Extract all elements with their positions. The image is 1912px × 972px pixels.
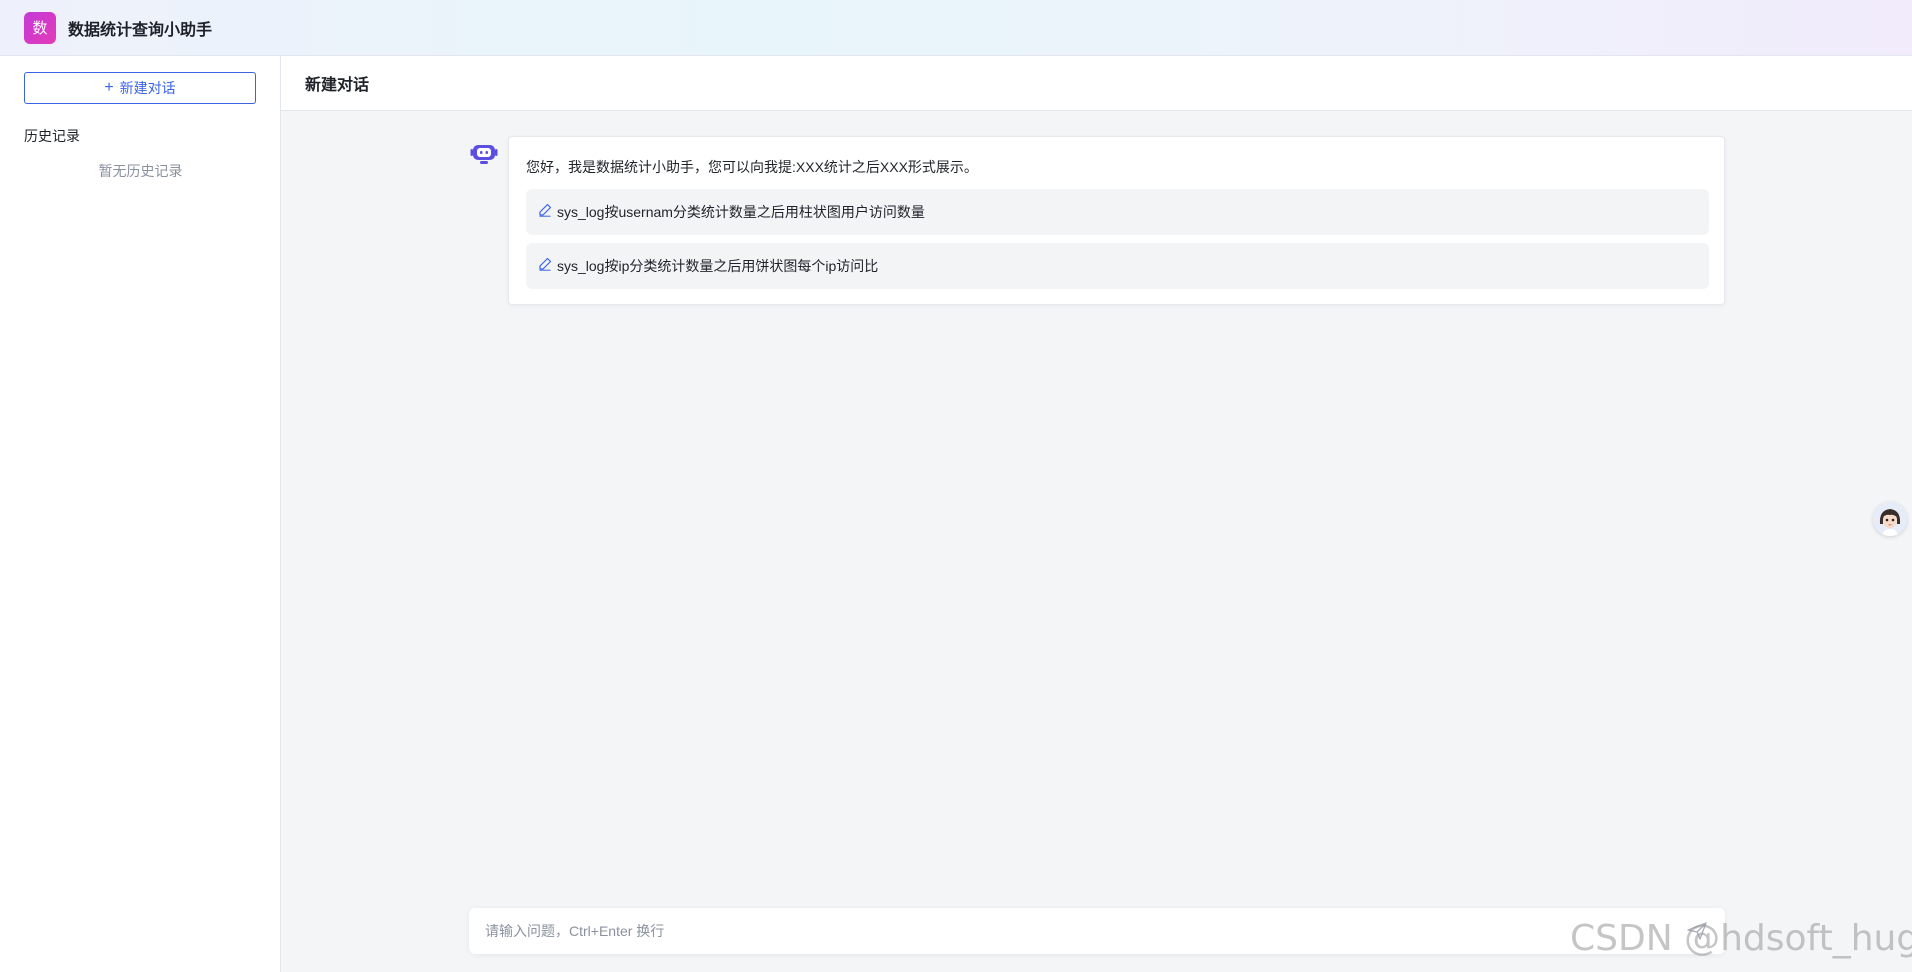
new-chat-button[interactable]: + 新建对话: [24, 72, 256, 104]
suggestion-item[interactable]: sys_log按ip分类统计数量之后用饼状图每个ip访问比: [526, 243, 1709, 289]
suggestion-text: sys_log按usernam分类统计数量之后用柱状图用户访问数量: [557, 204, 925, 220]
watermark: CSDN @hdsoft_huge: [1570, 918, 1912, 959]
conversation-header: 新建对话: [281, 56, 1912, 111]
conversation-title: 新建对话: [305, 77, 370, 94]
chat-input-box: [469, 908, 1725, 954]
pen-icon: [539, 257, 552, 271]
plus-icon: +: [104, 79, 114, 96]
robot-icon: [470, 145, 498, 164]
pen-icon: [539, 203, 552, 217]
suggestion-item[interactable]: sys_log按usernam分类统计数量之后用柱状图用户访问数量: [526, 189, 1709, 235]
new-chat-label: 新建对话: [119, 80, 176, 96]
bot-message-card: 您好，我是数据统计小助手，您可以向我提:XXX统计之后XXX形式展示。 sys_…: [508, 136, 1725, 305]
sidebar: + 新建对话 历史记录 暂无历史记录: [0, 56, 281, 972]
history-title: 历史记录: [24, 128, 80, 144]
suggestion-text: sys_log按ip分类统计数量之后用饼状图每个ip访问比: [557, 258, 879, 274]
app-header: 数 数据统计查询小助手: [0, 0, 1912, 56]
bot-greeting: 您好，我是数据统计小助手，您可以向我提:XXX统计之后XXX形式展示。: [526, 159, 978, 175]
app-title: 数据统计查询小助手: [68, 21, 213, 39]
chat-input[interactable]: [485, 908, 1665, 954]
assistant-avatar-button[interactable]: [1873, 502, 1907, 536]
avatar-icon: [1873, 502, 1907, 536]
history-empty-text: 暂无历史记录: [98, 163, 183, 179]
app-logo: 数: [24, 11, 56, 44]
